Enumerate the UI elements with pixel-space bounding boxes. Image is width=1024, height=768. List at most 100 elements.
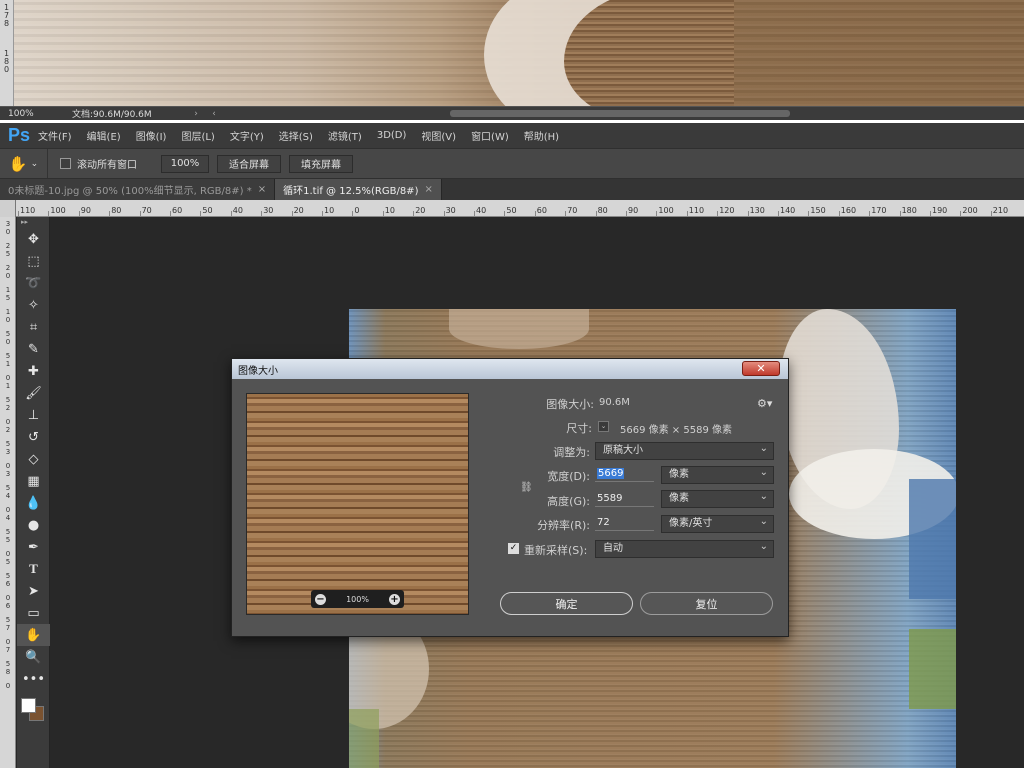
menu-image[interactable]: 图像(I) <box>136 128 167 143</box>
menu-edit[interactable]: 编辑(E) <box>87 128 121 143</box>
ruler-tick-label: 5 <box>5 536 11 544</box>
resample-checkbox[interactable]: ✓ <box>508 543 519 554</box>
menu-view[interactable]: 视图(V) <box>421 128 456 143</box>
gradient-tool-icon[interactable]: ▦ <box>17 470 50 492</box>
menu-help[interactable]: 帮助(H) <box>524 128 559 143</box>
rectangle-tool-icon[interactable]: ▭ <box>17 602 50 624</box>
ruler-tick-mark <box>595 211 597 216</box>
zoom-out-icon[interactable]: − <box>315 593 326 605</box>
ruler-tick-label: 5 <box>5 660 11 668</box>
width-unit-select[interactable]: 像素 <box>661 465 774 484</box>
image-preview[interactable]: − 100% + <box>246 393 469 615</box>
dimensions-unit-dropdown[interactable]: ⌄ <box>598 421 609 432</box>
ruler-origin[interactable] <box>0 200 16 217</box>
ruler-tick-mark <box>261 211 263 216</box>
healing-brush-tool-icon[interactable]: ✚ <box>17 360 50 382</box>
ruler-tick-mark <box>899 211 901 216</box>
status-next-arrow[interactable]: › <box>187 109 205 119</box>
close-icon[interactable]: × <box>424 184 432 195</box>
scroll-all-windows-checkbox[interactable] <box>60 158 71 169</box>
width-input[interactable]: 5669 <box>595 465 654 482</box>
more-tools-icon[interactable]: ••• <box>17 668 50 690</box>
dimensions-label: 尺寸: <box>566 422 592 435</box>
zoom-in-icon[interactable]: + <box>389 593 400 605</box>
scroll-left-arrow[interactable]: ‹ <box>205 109 223 119</box>
ruler-tick-label: 2 <box>5 242 11 250</box>
fill-screen-button[interactable]: 填充屏幕 <box>289 154 353 173</box>
eyedropper-tool-icon[interactable]: ✎ <box>17 338 50 360</box>
horizontal-scrollbar[interactable] <box>450 110 790 117</box>
image-size-dialog: 图像大小 ✕ − 100% + 图像大小: 90.6M ⚙▾ 尺寸: ⌄ 566… <box>231 358 789 637</box>
menu-layer[interactable]: 图层(L) <box>181 128 214 143</box>
hand-tool-preset-picker[interactable]: ✋ ⌄ <box>0 149 48 178</box>
height-label: 高度(G): <box>547 495 590 508</box>
ruler-tick-label: 180 <box>901 206 917 215</box>
resolution-unit-select[interactable]: 像素/英寸 <box>661 514 774 533</box>
fit-screen-button[interactable]: 适合屏幕 <box>217 154 281 173</box>
ruler-tick-label: 60 <box>172 206 183 215</box>
ok-button[interactable]: 确定 <box>500 592 633 615</box>
ruler-tick-label: 30 <box>263 206 274 215</box>
ruler-tick-label: 0 <box>5 594 11 602</box>
close-button[interactable]: ✕ <box>742 361 780 376</box>
image-size-value: 90.6M <box>599 397 630 408</box>
brush-tool-icon[interactable]: 🖌 <box>17 382 50 404</box>
panel-grip[interactable]: ▸▸ <box>17 217 49 228</box>
move-tool-icon[interactable]: ✥ <box>17 228 50 250</box>
horizontal-ruler[interactable]: 110 100 90 80 70 60 50 40 30 20 10 0 10 20 30 40 50 60 70 8… <box>16 200 1024 217</box>
zoom-100-button[interactable]: 100% <box>161 154 209 173</box>
menu-filter[interactable]: 滤镜(T) <box>328 128 362 143</box>
zoom-readout[interactable]: 100% <box>0 109 72 119</box>
scroll-all-windows-label: 滚动所有窗口 <box>77 160 137 171</box>
resample-select[interactable]: 自动 <box>595 539 774 558</box>
menu-type[interactable]: 文字(Y) <box>230 128 264 143</box>
pen-tool-icon[interactable]: ✒ <box>17 536 50 558</box>
lasso-tool-icon[interactable]: ➰ <box>17 272 50 294</box>
color-swatches[interactable] <box>17 690 50 730</box>
menu-3d[interactable]: 3D(D) <box>377 130 407 141</box>
ruler-tick-label: 6 <box>5 602 11 610</box>
ruler-tick-label: 6 <box>5 580 11 588</box>
ruler-gap <box>0 28 13 50</box>
ruler-tick-label: 10 <box>324 206 335 215</box>
dialog-title-bar[interactable]: 图像大小 ✕ <box>232 359 788 379</box>
tab-untitled-10[interactable]: 0未标题-10.jpg @ 50% (100%细节显示, RGB/8#) * × <box>0 179 276 200</box>
menu-window[interactable]: 窗口(W) <box>471 128 509 143</box>
ruler-tick-label: 5 <box>5 396 11 404</box>
vertical-ruler[interactable]: 3025201510505101520253035404550556065707… <box>0 217 16 768</box>
reset-button[interactable]: 复位 <box>640 592 773 615</box>
crop-tool-icon[interactable]: ⌗ <box>17 316 50 338</box>
ruler-tick-label: 0 <box>5 638 11 646</box>
ruler-tick-label: 0 <box>5 272 11 280</box>
eraser-tool-icon[interactable]: ◇ <box>17 448 50 470</box>
menu-file[interactable]: 文件(F) <box>38 128 72 143</box>
history-brush-tool-icon[interactable]: ↺ <box>17 426 50 448</box>
zoom-tool-icon[interactable]: 🔍 <box>17 646 50 668</box>
ruler-tick-mark <box>626 211 627 216</box>
type-tool-icon[interactable]: T <box>17 558 50 580</box>
close-icon[interactable]: × <box>258 184 266 195</box>
height-input[interactable]: 5589 <box>595 490 654 507</box>
gear-icon[interactable]: ⚙▾ <box>757 397 772 410</box>
blur-tool-icon[interactable]: 💧 <box>17 492 50 514</box>
menu-select[interactable]: 选择(S) <box>279 128 313 143</box>
height-unit-select[interactable]: 像素 <box>661 489 774 508</box>
dodge-tool-icon[interactable]: ● <box>17 514 50 536</box>
resolution-input[interactable]: 72 <box>595 514 654 531</box>
ruler-tick-label: 160 <box>840 206 857 215</box>
clone-stamp-tool-icon[interactable]: ⊥ <box>17 404 50 426</box>
hand-tool-icon[interactable]: ✋ <box>17 624 50 646</box>
magic-wand-tool-icon[interactable]: ✧ <box>17 294 50 316</box>
ruler-tick-label: 0 <box>5 682 11 690</box>
tab-loop-tif[interactable]: 循环1.tif @ 12.5%(RGB/8#) × <box>275 179 442 200</box>
ruler-tick-mark <box>534 211 536 216</box>
marquee-tool-icon[interactable]: ⬚ <box>17 250 50 272</box>
path-selection-tool-icon[interactable]: ➤ <box>17 580 50 602</box>
ruler-tick-label: 0 <box>5 316 11 324</box>
ruler-tick-label: 200 <box>962 206 978 215</box>
ruler-tick-mark <box>200 211 202 216</box>
ruler-tick-label: 140 <box>780 206 796 215</box>
foreground-color-swatch[interactable] <box>21 698 36 713</box>
fit-to-select[interactable]: 原稿大小 <box>595 441 774 460</box>
ruler-tick-mark <box>170 211 171 216</box>
